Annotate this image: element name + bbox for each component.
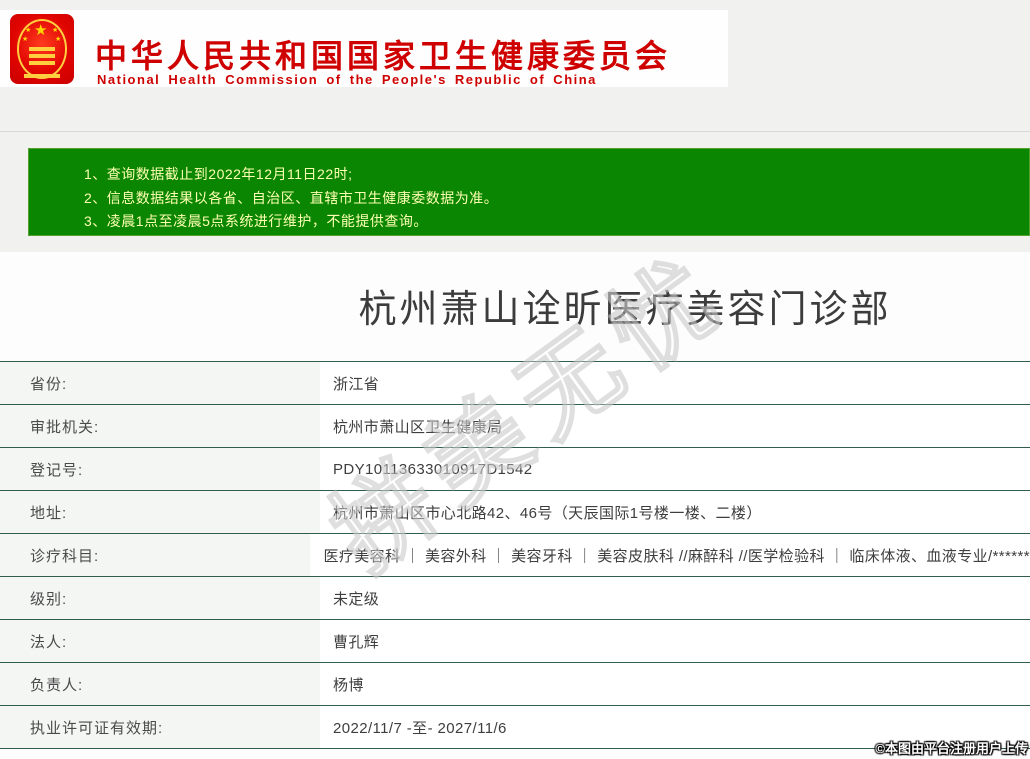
- emblem-star-icon: ★: [34, 23, 47, 38]
- row-label: 审批机关:: [0, 405, 320, 447]
- row-value: 浙江省: [320, 362, 1030, 404]
- table-row: 地址:杭州市萧山区市心北路42、46号（天辰国际1号楼一楼、二楼）: [0, 491, 1030, 534]
- upload-credit-watermark: ©本图由平台注册用户上传: [875, 738, 1028, 757]
- notice-box: 1、查询数据截止到2022年12月11日22时;2、信息数据结果以各省、自治区、…: [28, 148, 1030, 236]
- header-divider: [0, 131, 1030, 132]
- table-row: 审批机关:杭州市萧山区卫生健康局: [0, 405, 1030, 448]
- row-value: 杨博: [320, 663, 1030, 705]
- table-row: 诊疗科目:医疗美容科 ｜ 美容外科 ｜ 美容牙科 ｜ 美容皮肤科 //麻醉科 /…: [0, 534, 1030, 577]
- row-label: 省份:: [0, 362, 320, 404]
- header-band: ★ ★ ★ ★ ★ 中华人民共和国国家卫生健康委员会 National Heal…: [0, 10, 728, 87]
- table-row: 法人:曹孔辉: [0, 620, 1030, 663]
- notice-line: 2、信息数据结果以各省、自治区、直辖市卫生健康委数据为准。: [84, 187, 1029, 211]
- emblem-base: [24, 74, 60, 78]
- site-title-chinese: 中华人民共和国国家卫生健康委员会: [95, 31, 671, 77]
- institution-title: 杭州萧山诠昕医疗美容门诊部: [0, 278, 1030, 333]
- emblem-star-icon: ★: [25, 27, 31, 34]
- row-label: 级别:: [0, 577, 320, 619]
- row-label: 执业许可证有效期:: [0, 706, 320, 748]
- table-row: 级别:未定级: [0, 577, 1030, 620]
- row-label: 地址:: [0, 491, 320, 533]
- national-emblem-icon: ★ ★ ★ ★ ★: [10, 14, 74, 84]
- table-row: 登记号:PDY10113633010917D1542: [0, 448, 1030, 491]
- row-value: 医疗美容科 ｜ 美容外科 ｜ 美容牙科 ｜ 美容皮肤科 //麻醉科 //医学检验…: [310, 534, 1030, 576]
- notice-line: 3、凌晨1点至凌晨5点系统进行维护，不能提供查询。: [84, 210, 1029, 234]
- row-label: 登记号:: [0, 448, 320, 490]
- emblem-gate: [29, 47, 55, 51]
- row-value: 杭州市萧山区市心北路42、46号（天辰国际1号楼一楼、二楼）: [320, 491, 1030, 533]
- row-value: 曹孔辉: [320, 620, 1030, 662]
- emblem-star-icon: ★: [55, 36, 61, 43]
- row-label: 诊疗科目:: [0, 534, 310, 576]
- row-label: 法人:: [0, 620, 320, 662]
- table-row: 省份:浙江省: [0, 362, 1030, 405]
- row-value: 杭州市萧山区卫生健康局: [320, 405, 1030, 447]
- row-label: 负责人:: [0, 663, 320, 705]
- notice-line: 1、查询数据截止到2022年12月11日22时;: [84, 163, 1029, 187]
- table-row: 负责人:杨博: [0, 663, 1030, 706]
- emblem-star-icon: ★: [22, 36, 28, 43]
- detail-table: 省份:浙江省审批机关:杭州市萧山区卫生健康局登记号:PDY10113633010…: [0, 361, 1030, 749]
- emblem-star-icon: ★: [52, 27, 58, 34]
- site-title-english: National Health Commission of the People…: [97, 72, 597, 87]
- row-value: PDY10113633010917D1542: [320, 448, 1030, 490]
- row-value: 未定级: [320, 577, 1030, 619]
